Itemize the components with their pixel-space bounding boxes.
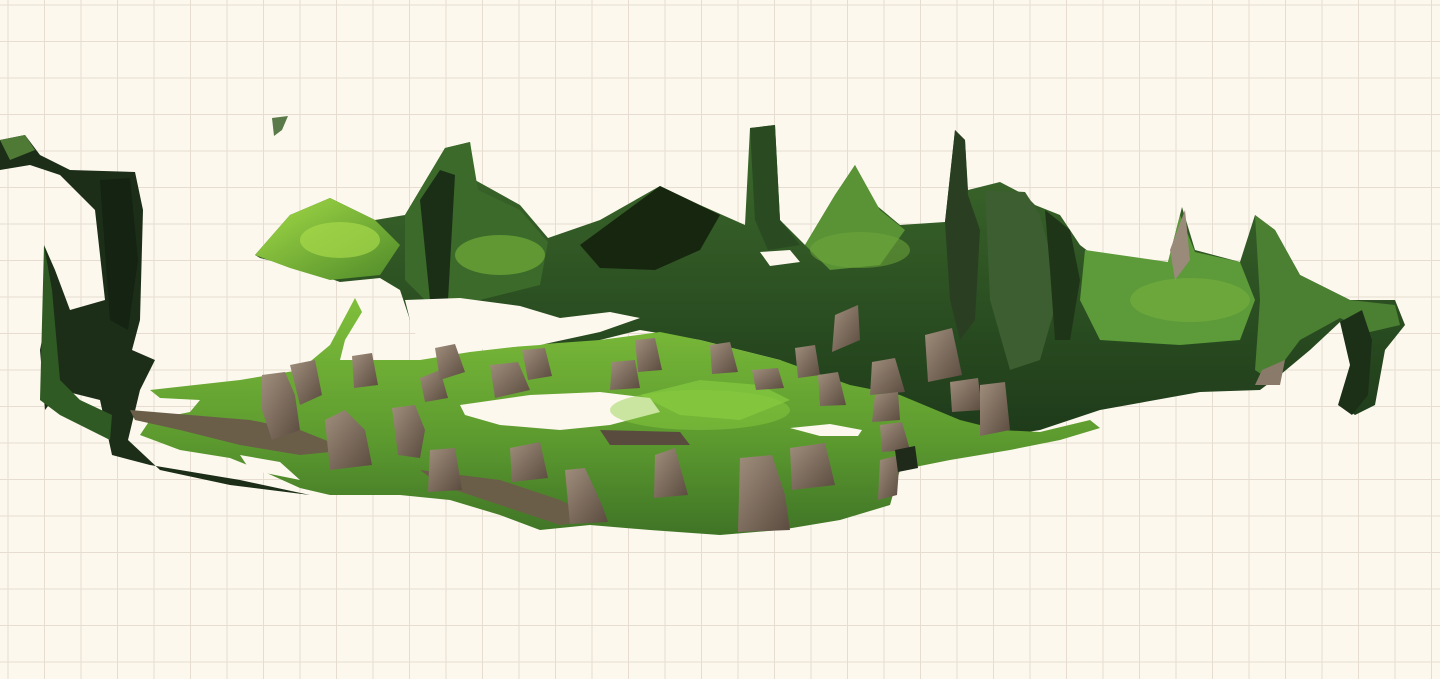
- floating-mesh-fragment: [272, 116, 288, 136]
- photogrammetry-model[interactable]: [0, 0, 1440, 679]
- standing-stone: [352, 353, 378, 388]
- standing-stone: [980, 382, 1010, 436]
- dark-stone: [895, 446, 918, 472]
- standing-stone: [872, 392, 900, 422]
- standing-stone: [950, 378, 982, 412]
- 3d-viewport[interactable]: [0, 0, 1440, 679]
- standing-stone: [610, 360, 640, 390]
